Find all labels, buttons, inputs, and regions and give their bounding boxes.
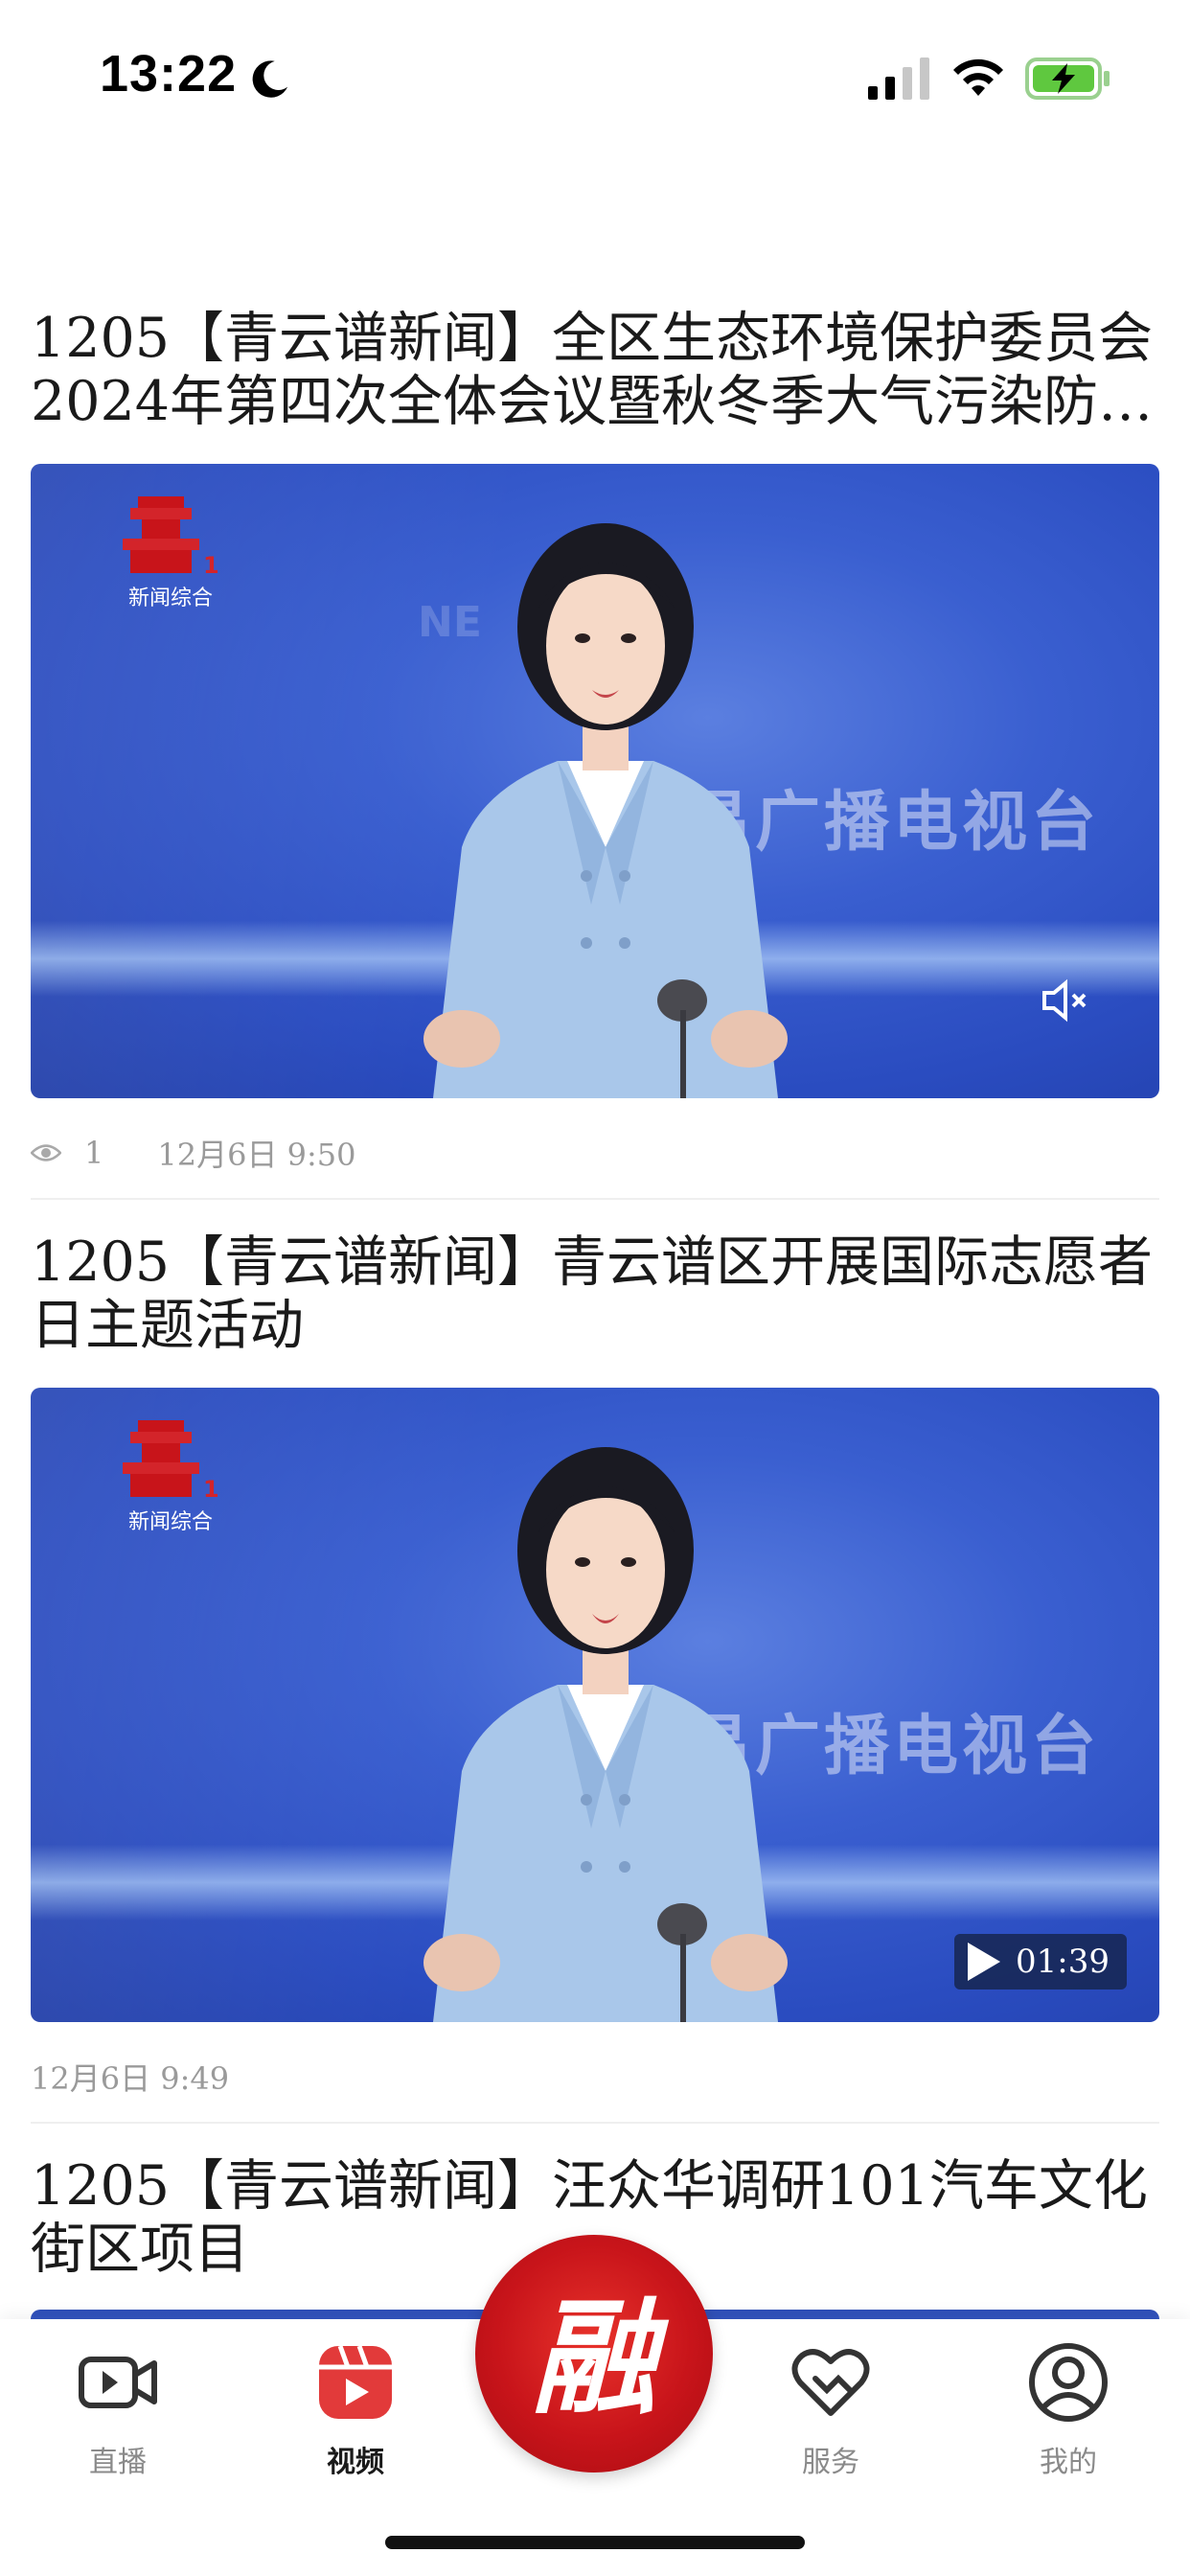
news-anchor-figure	[423, 523, 788, 1098]
tab-video[interactable]: 视频	[284, 2340, 427, 2480]
channel-logo: 1 新闻综合	[107, 1413, 222, 1534]
user-profile-icon	[1029, 2343, 1108, 2422]
view-count: 1	[84, 1135, 104, 1171]
status-bar: 13:22	[0, 0, 1190, 153]
tab-service[interactable]: 服务	[759, 2340, 903, 2480]
publish-date: 12月6日 9:49	[31, 2060, 230, 2097]
channel-logo-text: 新闻综合	[127, 586, 213, 610]
divider	[31, 1198, 1159, 1200]
publish-date: 12月6日 9:50	[157, 1137, 356, 1173]
tab-label: 我的	[1040, 2446, 1097, 2479]
live-video-icon	[79, 2357, 157, 2408]
item-meta: 1 12月6日 9:50	[31, 1131, 355, 1175]
video-player[interactable]: NE 南昌广播电视台 1 新闻综合	[31, 464, 1159, 1098]
home-indicator	[385, 2536, 805, 2549]
rong-center-button[interactable]: 融	[475, 2235, 713, 2472]
news-anchor-figure	[423, 1447, 788, 2022]
svg-text:1: 1	[203, 1476, 219, 1499]
article-title[interactable]: 1205【青云谱新闻】全区生态环境保护委员会2024年第四次全体会议暨秋冬季大气…	[31, 307, 1161, 433]
tower-logo-icon: 1	[123, 496, 219, 579]
battery-charging-icon	[1025, 58, 1110, 100]
mute-icon[interactable]	[1041, 978, 1092, 1024]
moon-icon	[252, 60, 288, 98]
tab-profile[interactable]: 我的	[996, 2340, 1140, 2480]
video-play-icon	[319, 2345, 392, 2419]
channel-logo: 1 新闻综合	[107, 489, 222, 610]
tab-label: 视频	[327, 2446, 384, 2479]
play-icon	[968, 1943, 1001, 1981]
video-duration: 01:39	[1016, 1943, 1110, 1981]
handshake-heart-icon	[791, 2349, 870, 2416]
play-duration-badge[interactable]: 01:39	[954, 1934, 1127, 1990]
tab-label: 直播	[89, 2446, 147, 2479]
video-player[interactable]: 南昌广播电视台 1 新闻综合 01:39	[31, 1388, 1159, 2022]
tab-label: 服务	[802, 2446, 859, 2479]
divider	[31, 2122, 1159, 2124]
tower-logo-icon: 1	[123, 1420, 219, 1503]
article-title[interactable]: 1205【青云谱新闻】青云谱区开展国际志愿者日主题活动	[31, 1230, 1161, 1357]
svg-text:1: 1	[203, 552, 219, 575]
channel-logo-text: 新闻综合	[127, 1510, 213, 1534]
tab-live[interactable]: 直播	[46, 2340, 190, 2480]
item-meta: 12月6日 9:49	[31, 2055, 229, 2099]
status-time: 13:22	[100, 45, 238, 103]
signal-icon	[868, 58, 929, 100]
rong-center-icon: 融	[531, 2285, 656, 2431]
wifi-icon	[953, 58, 1003, 96]
view-count-icon	[31, 1144, 61, 1162]
